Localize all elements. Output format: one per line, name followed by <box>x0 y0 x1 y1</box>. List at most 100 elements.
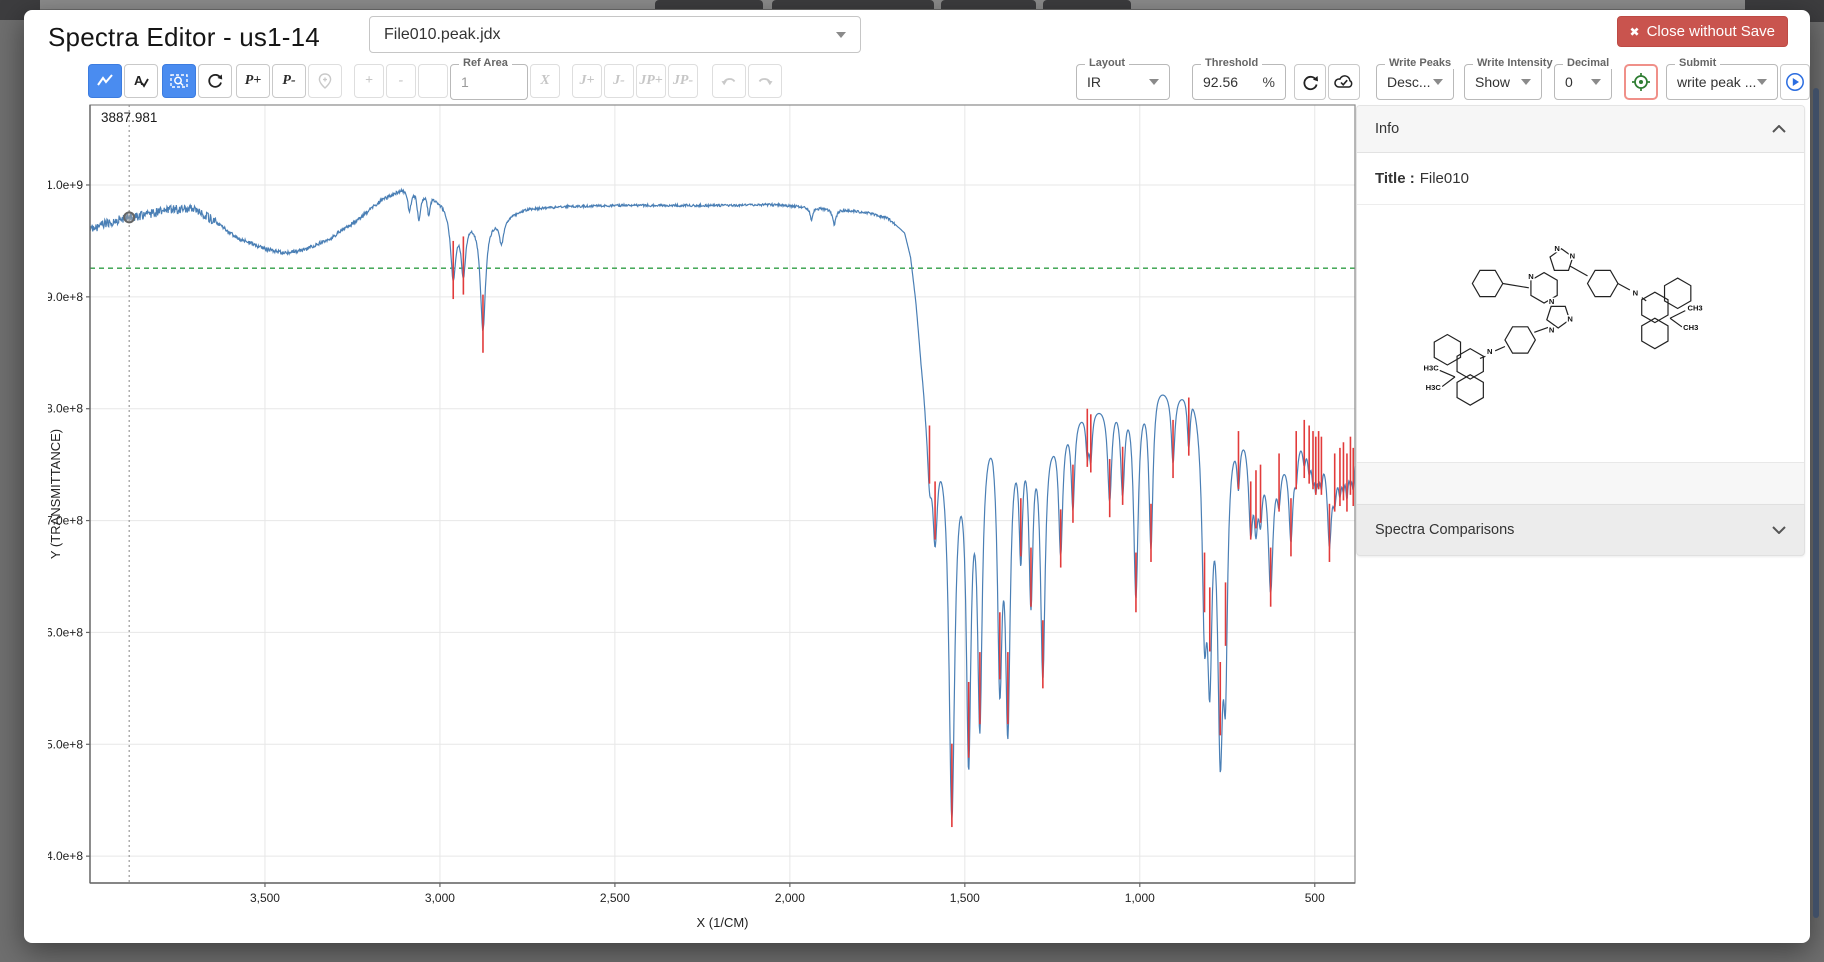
redo-icon <box>756 72 774 90</box>
chevron-down-icon <box>1149 79 1159 85</box>
peak-add-button[interactable]: P+ <box>236 64 270 98</box>
info-accordion: Info Title : File010 NNNNNNNNCH3CH3H3CH3… <box>1356 105 1805 504</box>
write-intensity-select[interactable]: Write Intensity Show <box>1464 64 1542 100</box>
write-peaks-label: Write Peaks <box>1385 57 1455 69</box>
svg-text:N: N <box>1548 297 1553 306</box>
svg-text:3,000: 3,000 <box>425 891 455 905</box>
svg-text:1,500: 1,500 <box>950 891 980 905</box>
multiplicity-minus-button[interactable]: - <box>386 64 416 98</box>
svg-text:N: N <box>1487 347 1492 356</box>
chevron-down-icon <box>1521 79 1531 85</box>
ref-area-input[interactable] <box>461 74 513 90</box>
multiplicity-blank-button[interactable] <box>418 64 448 98</box>
decimal-label: Decimal <box>1563 57 1613 69</box>
svg-text:2,500: 2,500 <box>600 891 630 905</box>
info-accordion-footer <box>1357 462 1804 504</box>
svg-text:1,000: 1,000 <box>1125 891 1155 905</box>
undo-button[interactable] <box>712 64 746 98</box>
title-value: File010 <box>1420 170 1469 187</box>
svg-text:N: N <box>1567 314 1572 323</box>
svg-text:N: N <box>1632 288 1637 297</box>
write-peaks-value: Desc... <box>1387 74 1431 90</box>
chevron-down-icon <box>1757 79 1767 85</box>
multiplicity-plus-button[interactable]: + <box>354 64 384 98</box>
submit-label: Submit <box>1675 57 1720 69</box>
predict-target-button[interactable] <box>1624 64 1658 100</box>
svg-text:N: N <box>1569 251 1574 260</box>
line-mode-button[interactable] <box>88 64 122 98</box>
svg-text:CH3: CH3 <box>1687 303 1702 312</box>
background-tab <box>1043 0 1131 9</box>
svg-text:8.0e+8: 8.0e+8 <box>48 402 83 416</box>
threshold-suffix: % <box>1263 74 1275 90</box>
j-plus-button[interactable]: J+ <box>572 64 602 98</box>
svg-text:9.0e+8: 9.0e+8 <box>48 290 83 304</box>
background-tab <box>941 0 1036 9</box>
svg-text:Y (TRANSMITTANCE): Y (TRANSMITTANCE) <box>48 429 63 559</box>
info-accordion-header[interactable]: Info <box>1357 106 1804 153</box>
threshold-label: Threshold <box>1201 57 1262 69</box>
close-without-save-button[interactable]: ✖ Close without Save <box>1617 16 1788 47</box>
submit-select[interactable]: Submit write peak ... <box>1666 64 1778 100</box>
svg-text:6.0e+8: 6.0e+8 <box>48 625 83 639</box>
molecule-container: N N N N N N N N CH3 CH3 H3C H3C <box>1357 205 1804 462</box>
close-icon: ✖ <box>1630 25 1640 39</box>
write-intensity-label: Write Intensity <box>1473 57 1557 69</box>
page-scrollbar[interactable] <box>1813 88 1819 918</box>
info-header-label: Info <box>1375 121 1399 137</box>
reset-zoom-button[interactable] <box>198 64 232 98</box>
play-circle-icon <box>1785 72 1805 92</box>
decimal-select[interactable]: Decimal 0 <box>1554 64 1612 100</box>
svg-text:3,500: 3,500 <box>250 891 280 905</box>
svg-text:N: N <box>1554 243 1559 252</box>
redo-button[interactable] <box>748 64 782 98</box>
reset-zoom-icon <box>206 72 224 90</box>
browser-tab-strip <box>0 0 1824 9</box>
svg-text:N: N <box>1528 272 1533 281</box>
chevron-down-icon <box>1433 79 1443 85</box>
target-icon <box>1631 72 1651 92</box>
file-select-value: File010.peak.jdx <box>384 26 501 44</box>
svg-text:5.0e+8: 5.0e+8 <box>48 737 83 751</box>
background-tab <box>772 0 934 9</box>
set-ref-button[interactable]: X <box>530 64 560 98</box>
jp-plus-button[interactable]: JP+ <box>636 64 666 98</box>
auto-scale-icon: A <box>131 72 151 90</box>
map-pin-icon <box>316 72 334 90</box>
peak-remove-button[interactable]: P- <box>272 64 306 98</box>
jp-minus-button[interactable]: JP- <box>668 64 698 98</box>
chevron-up-icon <box>1772 121 1786 137</box>
zoom-selection-icon <box>170 72 188 90</box>
refresh-icon <box>1301 73 1320 92</box>
j-minus-button[interactable]: J- <box>604 64 634 98</box>
write-peaks-select[interactable]: Write Peaks Desc... <box>1376 64 1454 100</box>
svg-text:H3C: H3C <box>1425 382 1441 391</box>
file-select[interactable]: File010.peak.jdx <box>369 16 861 53</box>
svg-text:4.0e+8: 4.0e+8 <box>48 849 83 863</box>
write-intensity-value: Show <box>1475 74 1510 90</box>
submit-play-button[interactable] <box>1780 64 1810 100</box>
svg-text:CH3: CH3 <box>1683 323 1698 332</box>
threshold-input[interactable] <box>1203 74 1255 90</box>
layout-label: Layout <box>1085 57 1129 69</box>
zoom-select-button[interactable] <box>162 64 196 98</box>
ref-area-label: Ref Area <box>459 57 512 69</box>
chevron-down-icon <box>1591 79 1601 85</box>
spectra-comparisons-header[interactable]: Spectra Comparisons <box>1356 504 1805 556</box>
decimal-value: 0 <box>1565 74 1573 90</box>
cloud-check-icon <box>1333 73 1355 91</box>
molecule-structure: N N N N N N N N CH3 CH3 H3C H3C <box>1396 227 1766 441</box>
auto-scale-button[interactable]: A <box>124 64 158 98</box>
svg-text:2,000: 2,000 <box>775 891 805 905</box>
chevron-down-icon <box>1772 522 1786 538</box>
anchor-point-button[interactable] <box>308 64 342 98</box>
svg-text:H3C: H3C <box>1423 363 1439 372</box>
spectrum-chart[interactable]: 3887.9813,5003,0002,5002,0001,5001,00050… <box>48 95 1370 941</box>
svg-text:3887.981: 3887.981 <box>101 110 157 125</box>
spectra-editor-modal: Spectra Editor - us1-14 File010.peak.jdx… <box>24 10 1810 943</box>
chevron-down-icon <box>836 32 846 38</box>
undo-icon <box>720 72 738 90</box>
svg-text:N: N <box>1548 325 1553 334</box>
info-panel: Info Title : File010 NNNNNNNNCH3CH3H3CH3… <box>1356 105 1805 556</box>
svg-text:1.0e+9: 1.0e+9 <box>48 178 83 192</box>
